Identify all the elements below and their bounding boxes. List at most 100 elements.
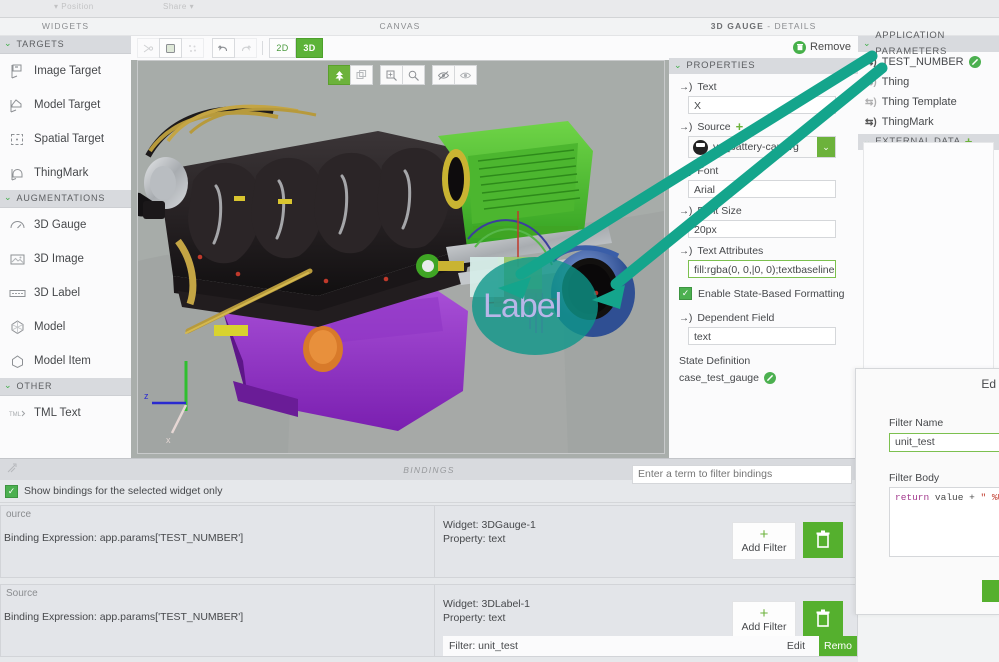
field-label: Source (697, 121, 731, 133)
font-input[interactable]: Arial (688, 180, 836, 198)
bindings-filter-input[interactable] (633, 466, 851, 481)
group-header-targets[interactable]: ⌄ TARGETS (0, 36, 131, 54)
field-text-attributes-label-row: →) Text Attributes (679, 245, 848, 257)
remove-widget-button[interactable]: Remove (669, 36, 858, 58)
engine-3d-model: z x (138, 61, 664, 453)
edit-filter-button[interactable]: Edit (787, 640, 819, 652)
properties-header[interactable]: ⌄ PROPERTIES (669, 58, 858, 74)
filter-name-input[interactable]: unit_test (889, 433, 999, 452)
svg-file-icon (693, 139, 708, 155)
widget-label: Spatial Target (34, 133, 105, 145)
binding-source-column: Source Binding Expression: app.params['T… (1, 585, 434, 656)
field-dependent-label-row: →) Dependent Field (679, 312, 848, 324)
add-filter-button[interactable]: + Add Filter (732, 601, 796, 639)
widget-label: TML Text (34, 407, 81, 419)
field-label: Font (697, 165, 719, 177)
parameter-item-thing-template[interactable]: ⇆) Thing Template (858, 92, 999, 112)
field-source: →) Source + vu_battery-car.svg ⌄ (669, 114, 858, 158)
field-font-label-row: →) Font (679, 165, 848, 177)
widget-item-thingmark[interactable]: ThingMark (0, 156, 131, 190)
parameter-item-thing[interactable]: ⇆) Thing (858, 72, 999, 92)
widget-item-image-target[interactable]: Image Target (0, 54, 131, 88)
binding-arrow-icon: →) (679, 81, 693, 93)
font-size-input[interactable]: 20px (688, 220, 836, 238)
mode-3d-button[interactable]: 3D (296, 38, 323, 58)
edit-pencil-icon[interactable] (968, 56, 981, 68)
source-select[interactable]: vu_battery-car.svg ⌄ (688, 136, 836, 158)
checkbox-checked-icon: ✓ (679, 287, 692, 300)
widget-item-spatial-target[interactable]: Spatial Target (0, 122, 131, 156)
bindings-filter-input-wrap[interactable] (632, 465, 852, 484)
field-text-attributes: →) Text Attributes fill:rgba(0, 0,|0, 0)… (669, 238, 858, 278)
filter-editor-dialog: Ed Filter Name unit_test Filter Body ret… (855, 368, 999, 615)
delete-binding-button[interactable] (803, 522, 843, 558)
widget-label: Model Target (34, 99, 101, 111)
eye-slash-icon[interactable] (432, 65, 455, 85)
field-text-label-row: →) Text (679, 81, 848, 93)
group-header-other[interactable]: ⌄ OTHER (0, 378, 131, 396)
binding-target-column: Widget: 3DLabel-1 Property: text + Add F… (434, 585, 857, 656)
group-header-augmentations[interactable]: ⌄ AUGMENTATIONS (0, 190, 131, 208)
bindings-body: ✓ Show bindings for the selected widget … (0, 480, 858, 662)
dependent-field-input[interactable]: text (688, 327, 836, 345)
application-parameters-header[interactable]: ⌄ APPLICATION PARAMETERS (858, 30, 999, 57)
scatter-tool-button[interactable] (181, 38, 204, 58)
widget-item-3d-image[interactable]: 3D Image (0, 242, 131, 276)
undo-button[interactable] (212, 38, 235, 58)
text-attributes-input[interactable]: fill:rgba(0, 0,|0, 0);textbaseline:middl (688, 260, 836, 278)
enable-state-based-formatting-checkbox[interactable]: ✓ Enable State-Based Formatting (679, 287, 858, 300)
duplicate-tool-button[interactable] (159, 38, 182, 58)
delete-binding-button[interactable] (803, 601, 843, 637)
svg-text:TML: TML (9, 412, 22, 418)
filter-body-editor[interactable]: return value + " %UNIT (889, 487, 999, 557)
filter-editor-title: Ed (981, 377, 996, 391)
widget-item-model-target[interactable]: Model Target (0, 88, 131, 122)
tml-text-icon: TML (8, 404, 27, 423)
parameter-icon: ⇆) (865, 96, 877, 108)
canvas-viewport[interactable]: z x Label (131, 60, 669, 458)
label-widget-text[interactable]: Label (483, 287, 562, 326)
tree-icon[interactable] (328, 65, 351, 85)
zoom-selection-icon[interactable] (402, 65, 425, 85)
eye-icon[interactable] (454, 65, 477, 85)
thingworx-studio-window: ▾ Position Share ▾ WIDGETS ⌄ TARGETS Ima… (0, 0, 999, 662)
parameter-item-thingmark[interactable]: ⇆) ThingMark (858, 112, 999, 132)
3d-scene[interactable]: z x Label (137, 60, 665, 454)
widget-item-model[interactable]: Model (0, 310, 131, 344)
state-definition-row[interactable]: case_test_gauge (679, 372, 858, 384)
snap-tool-button[interactable] (137, 38, 160, 58)
add-source-icon[interactable]: + (736, 120, 744, 133)
widget-label: Image Target (34, 65, 101, 77)
binding-row[interactable]: ource Binding Expression: app.params['TE… (0, 505, 858, 578)
chevron-down-icon[interactable]: ⌄ (817, 137, 835, 157)
thingmark-icon (8, 164, 27, 183)
redo-button[interactable] (234, 38, 257, 58)
remove-filter-button[interactable]: Remo (819, 636, 857, 656)
model-item-icon (8, 352, 27, 371)
widget-label: Model Item (34, 355, 91, 367)
widget-item-tml-text[interactable]: TML TML Text (0, 396, 131, 430)
details-title: 3D GAUGE - DETAILS (669, 18, 858, 36)
text-input[interactable]: X (688, 96, 836, 114)
widget-item-3d-gauge[interactable]: 3D Gauge (0, 208, 131, 242)
image-icon (8, 250, 27, 269)
model-target-icon (8, 96, 27, 115)
filter-editor-confirm-button[interactable] (982, 580, 999, 602)
widget-item-3d-label[interactable]: 3D Label (0, 276, 131, 310)
parameter-icon: ⇆) (865, 56, 877, 68)
copies-icon[interactable] (350, 65, 373, 85)
field-label: Font Size (697, 205, 742, 217)
chevron-down-icon: ⌄ (674, 59, 683, 70)
field-label: Text (697, 81, 717, 93)
binding-filter-row[interactable]: Filter: unit_test Edit Remo (443, 636, 857, 656)
source-column-header: ource (6, 509, 32, 520)
mode-2d-button[interactable]: 2D (269, 38, 296, 58)
widget-item-model-item[interactable]: Model Item (0, 344, 131, 378)
zoom-fit-icon[interactable] (380, 65, 403, 85)
filter-body-keyword: return (895, 492, 930, 503)
binding-row[interactable]: Source Binding Expression: app.params['T… (0, 584, 858, 657)
edit-pencil-icon[interactable] (763, 372, 776, 384)
add-filter-button[interactable]: + Add Filter (732, 522, 796, 560)
parameter-label: ThingMark (881, 116, 934, 128)
trash-icon (816, 530, 830, 548)
